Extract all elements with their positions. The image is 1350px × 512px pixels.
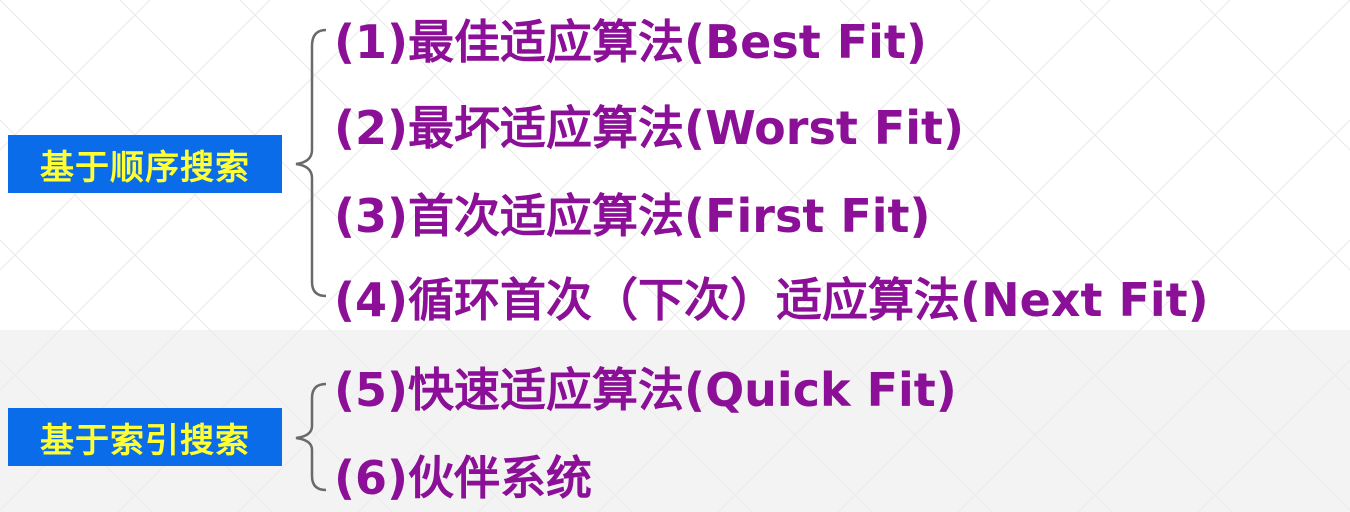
algorithm-worst-fit: (2)最坏适应算法(Worst Fit) [334,101,965,155]
algorithm-quick-fit: (5)快速适应算法(Quick Fit) [334,363,957,417]
brace-index [295,382,327,492]
group-label-text: 基于顺序搜索 [40,147,250,188]
algorithm-first-fit: (3)首次适应算法(First Fit) [334,189,931,243]
group-label-index-search: 基于索引搜索 [8,408,282,466]
algorithm-best-fit: (1)最佳适应算法(Best Fit) [334,15,927,69]
algorithm-buddy-system: (6)伙伴系统 [334,451,593,505]
algorithm-next-fit: (4)循环首次（下次）适应算法(Next Fit) [334,273,1209,327]
group-label-text: 基于索引搜索 [40,420,250,461]
group-label-sequential-search: 基于顺序搜索 [8,135,282,193]
brace-sequential [295,28,327,298]
